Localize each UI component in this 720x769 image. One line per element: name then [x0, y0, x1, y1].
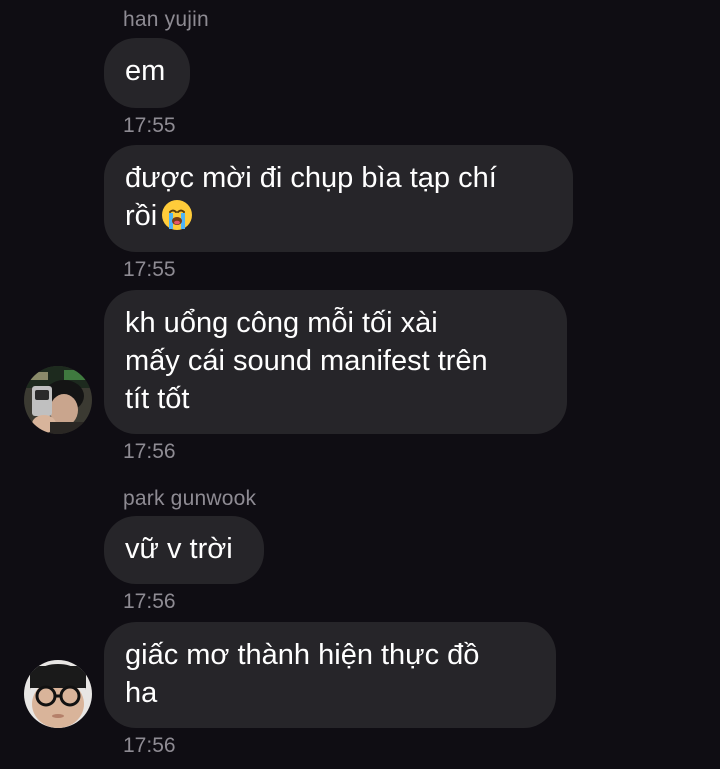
avatar[interactable]	[24, 660, 92, 728]
message-timestamp: 17:56	[123, 734, 176, 757]
user-photo-avatar-icon	[24, 660, 92, 728]
message-timestamp: 17:55	[123, 258, 176, 281]
sender-name: park gunwook	[123, 487, 257, 510]
avatar[interactable]	[24, 366, 92, 434]
message-text: tít tốt	[125, 383, 190, 415]
message-bubble[interactable]: giấc mơ thành hiện thực đồ ha	[104, 622, 556, 728]
message-text: rồi	[125, 200, 158, 232]
message-text: giấc mơ thành hiện thực đồ	[125, 639, 480, 671]
message-text: được mời đi chụp bìa tạp chí	[125, 162, 497, 194]
message-bubble[interactable]: vữ v trời	[104, 516, 264, 584]
message-text: mấy cái sound manifest trên	[125, 345, 488, 377]
message-text: vữ v trời	[125, 533, 233, 565]
loudly-crying-face-icon	[161, 199, 193, 231]
message-bubble[interactable]: em	[104, 38, 190, 108]
user-photo-avatar-icon	[24, 366, 92, 434]
message-text: em	[125, 55, 166, 87]
message-text: ha	[125, 677, 158, 709]
message-timestamp: 17:56	[123, 440, 176, 463]
message-timestamp: 17:55	[123, 114, 176, 137]
message-bubble[interactable]: kh uổng công mỗi tối xài mấy cái sound m…	[104, 290, 567, 434]
message-bubble[interactable]: được mời đi chụp bìa tạp chí rồi	[104, 145, 573, 252]
message-timestamp: 17:56	[123, 590, 176, 613]
sender-name: han yujin	[123, 8, 209, 31]
message-text: kh uổng công mỗi tối xài	[125, 307, 438, 339]
